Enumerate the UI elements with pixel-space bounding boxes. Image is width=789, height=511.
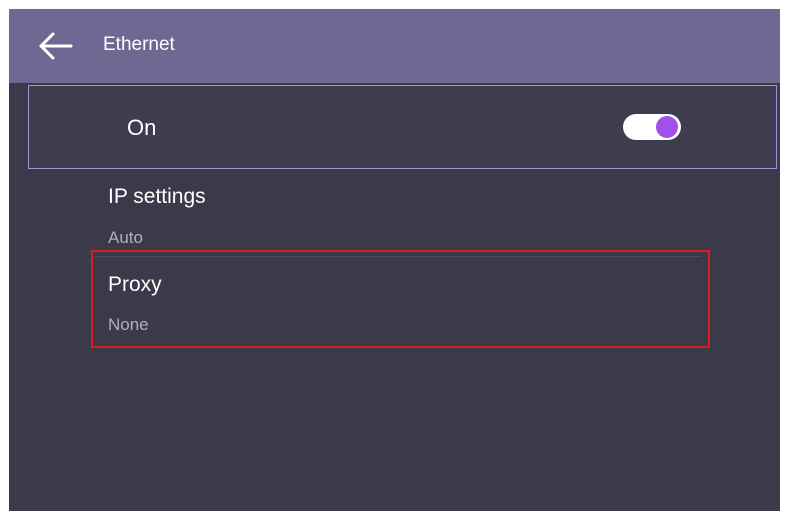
ethernet-toggle-switch[interactable]: [623, 114, 681, 140]
header-bar: Ethernet: [9, 9, 780, 83]
proxy-value: None: [108, 315, 149, 334]
toggle-knob: [656, 116, 678, 138]
ip-settings-value: Auto: [108, 228, 143, 247]
ethernet-toggle-row[interactable]: On: [28, 85, 777, 169]
cropped-caption: [0, 0, 789, 9]
ip-settings-title: IP settings: [108, 185, 206, 208]
ethernet-settings-screen: Ethernet On IP settings Auto Proxy None: [9, 9, 780, 511]
list-item-proxy[interactable]: Proxy None: [9, 257, 780, 349]
list-item-ip-settings[interactable]: IP settings Auto: [9, 174, 780, 256]
proxy-title: Proxy: [108, 273, 162, 296]
arrow-left-icon[interactable]: [37, 31, 77, 61]
page-title: Ethernet: [103, 34, 175, 55]
toggle-label: On: [127, 115, 157, 140]
